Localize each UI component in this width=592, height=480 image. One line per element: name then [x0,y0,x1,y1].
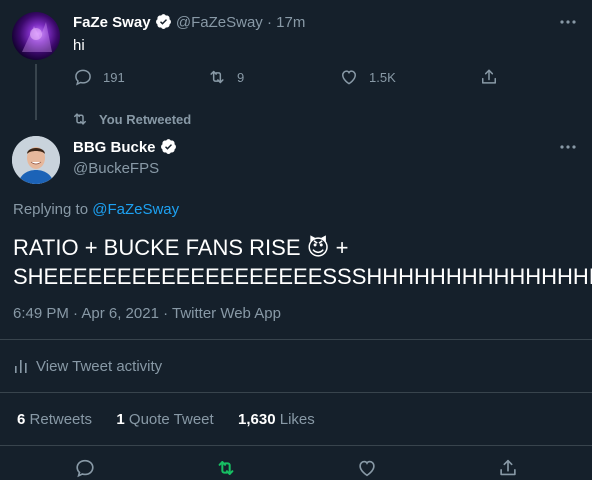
main-like-button[interactable] [356,457,378,479]
view-tweet-activity-button[interactable]: View Tweet activity [13,357,162,375]
likes-label: Likes [279,411,315,428]
retweet-banner-label: You Retweeted [99,111,192,127]
replying-to: Replying to @FaZeSway [13,201,179,218]
view-tweet-activity-label: View Tweet activity [36,357,163,375]
parent-display-name[interactable]: FaZe Sway [73,14,151,31]
retweets-label: Retweets [29,411,93,428]
main-tweet-text-line-2: SHEEEEEEEEEEEEEEEEEEESSSHHHHHHHHHHHHHHHH [13,264,592,289]
main-tweet-text-line-1: RATIO + BUCKE FANS RISE 😈 + [13,235,349,260]
divider [0,445,592,446]
retweet-banner: You Retweeted [71,110,191,128]
replying-prefix: Replying to [13,201,89,218]
main-handle[interactable]: @BuckeFPS [73,160,159,177]
parent-handle[interactable]: @FaZeSway [176,14,263,31]
main-share-button[interactable] [497,457,519,479]
avatar-faze-sway[interactable] [12,12,60,60]
parent-time[interactable]: · 17m [267,14,305,31]
tweet-timestamp[interactable]: 6:49 PM · Apr 6, 2021 · Twitter Web App [13,305,281,322]
analytics-icon [15,360,27,373]
parent-like-count: 1.5K [369,69,396,85]
more-icon [560,145,576,149]
parent-like-button[interactable]: 1.5K [339,67,396,87]
likes-count: 1,630 [238,411,276,428]
divider [0,392,592,393]
retweet-banner-icon [74,113,86,125]
replying-to-link[interactable]: @FaZeSway [92,201,179,218]
parent-retweet-count: 9 [237,69,245,85]
main-tweet-text: RATIO + BUCKE FANS RISE 😈 + SHEEEEEEEEEE… [13,233,592,291]
parent-reply-button[interactable]: 191 [73,67,125,87]
main-display-name[interactable]: BBG Bucke [73,139,156,156]
retweets-stat[interactable]: 6 Retweets [17,411,92,428]
like-icon [359,460,375,477]
main-retweet-button[interactable] [215,457,237,479]
main-reply-button[interactable] [74,457,96,479]
likes-stat[interactable]: 1,630 Likes [238,411,315,428]
thread-line [35,64,37,120]
main-more-button[interactable] [553,135,583,159]
tweet-stats: 6 Retweets 1 Quote Tweet 1,630 Likes [17,411,315,428]
parent-header: FaZe Sway @FaZeSway · 17m [73,13,305,31]
retweets-count: 6 [17,411,26,428]
parent-reply-count: 191 [103,69,125,85]
more-icon [560,20,576,24]
parent-share-button[interactable] [479,67,499,87]
reply-icon [76,459,94,478]
retweet-icon [210,70,224,84]
share-icon [482,69,496,84]
reply-icon [75,69,91,86]
share-icon [500,459,516,476]
parent-tweet-text: hi [73,37,85,54]
verified-icon [155,14,171,29]
main-display-name-row: BBG Bucke [73,138,177,156]
quote-tweets-stat[interactable]: 1 Quote Tweet [116,411,213,428]
retweet-icon [218,461,234,475]
avatar-bbg-bucke[interactable] [12,136,60,184]
quote-tweets-count: 1 [116,411,125,428]
verified-icon [160,139,176,154]
like-icon [341,70,357,85]
parent-retweet-button[interactable]: 9 [207,67,244,87]
quote-tweets-label: Quote Tweet [128,411,214,428]
divider [0,339,592,340]
parent-more-button[interactable] [553,10,583,34]
